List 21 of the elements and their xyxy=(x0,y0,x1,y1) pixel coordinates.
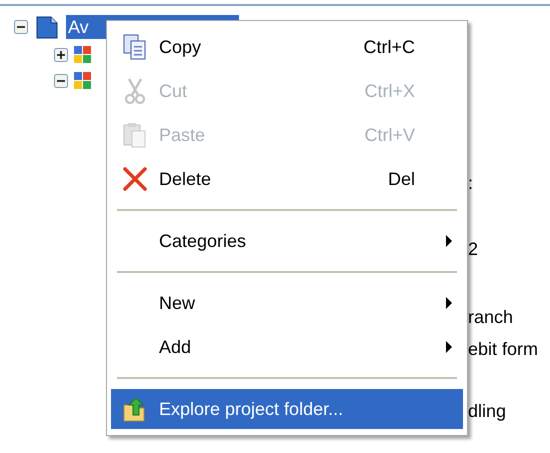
document-icon xyxy=(34,14,60,40)
menu-item[interactable]: Explore project folder... xyxy=(111,389,463,429)
tree-item-text: ebit form xyxy=(468,338,538,360)
menu-item[interactable]: New xyxy=(111,283,463,323)
copy-icon xyxy=(122,33,148,61)
tree-item-text: ranch xyxy=(468,306,514,328)
tree-item-text: 2 xyxy=(468,238,480,260)
tree-item-text: : xyxy=(468,172,474,194)
component-icon xyxy=(72,70,94,92)
menu-item[interactable]: Add xyxy=(111,327,463,367)
collapse-icon[interactable] xyxy=(54,74,68,88)
collapse-icon[interactable] xyxy=(14,20,28,34)
menu-item[interactable]: Delete Del xyxy=(111,159,463,199)
menu-item[interactable]: Categories xyxy=(111,221,463,261)
close-icon xyxy=(122,166,148,192)
tree-item-text: dling xyxy=(468,400,508,422)
expand-icon[interactable] xyxy=(54,48,68,62)
clipboard-icon xyxy=(122,121,148,149)
component-icon xyxy=(72,44,94,66)
scissors-icon xyxy=(124,77,146,105)
menu-item[interactable]: Copy Ctrl+C xyxy=(111,27,463,67)
